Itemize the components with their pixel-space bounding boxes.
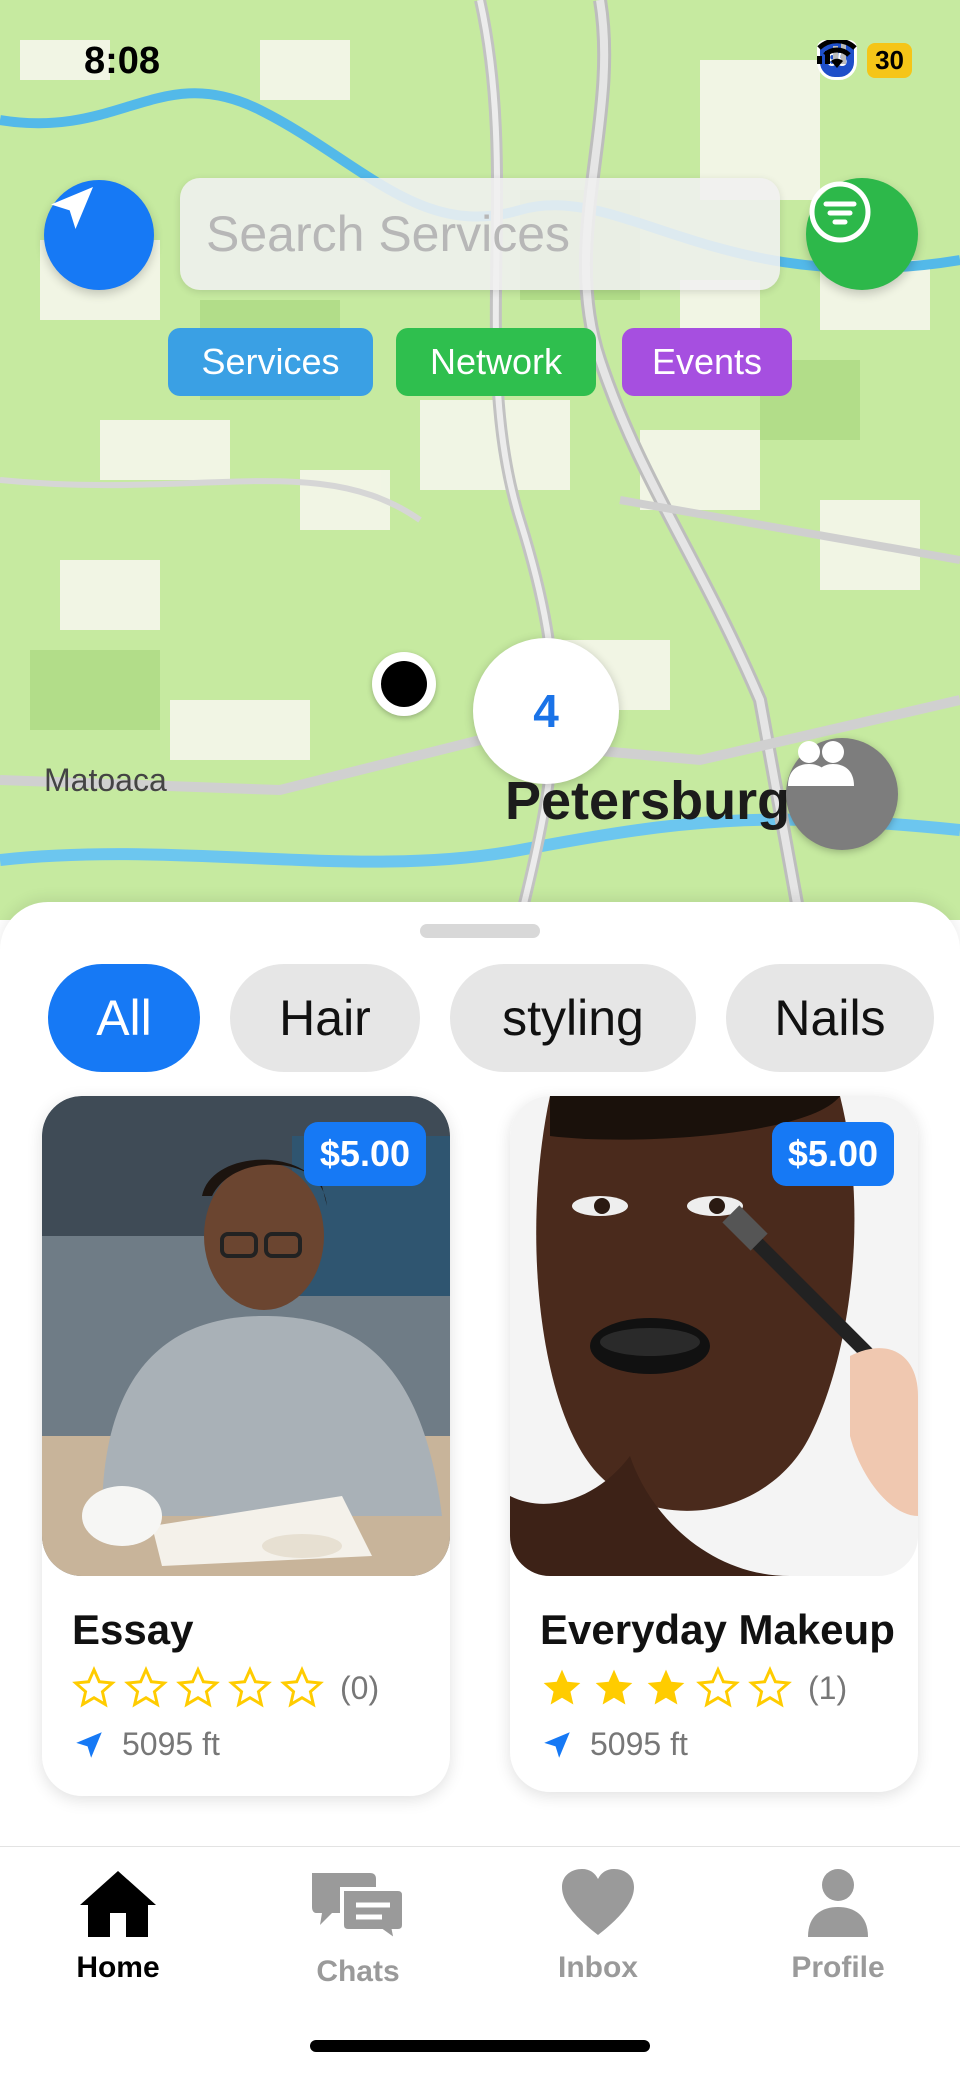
map-pin[interactable] bbox=[372, 652, 436, 716]
category-all[interactable]: All bbox=[48, 964, 200, 1072]
star-icon bbox=[696, 1666, 740, 1708]
search-input[interactable] bbox=[206, 205, 780, 263]
rating-stars: (0) bbox=[72, 1666, 379, 1710]
star-icon bbox=[647, 1669, 685, 1705]
search-box[interactable] bbox=[180, 178, 780, 290]
category-nails[interactable]: Nails bbox=[726, 964, 934, 1072]
filter-icon bbox=[809, 181, 871, 243]
distance-value: 5095 ft bbox=[122, 1726, 220, 1762]
location-arrow-icon bbox=[76, 1731, 102, 1758]
star-icon bbox=[280, 1666, 324, 1708]
home-icon bbox=[80, 1871, 156, 1937]
location-arrow-icon bbox=[51, 187, 93, 229]
map-view[interactable]: 8:08 95 30 Services Netwo bbox=[0, 0, 960, 920]
status-bar: 8:08 95 30 bbox=[0, 0, 960, 120]
filter-button[interactable] bbox=[806, 178, 918, 290]
heart-icon bbox=[562, 1869, 634, 1935]
star-icon bbox=[543, 1669, 581, 1705]
price-badge: $5.00 bbox=[303, 1122, 426, 1186]
home-indicator bbox=[310, 2040, 650, 2052]
location-arrow-icon bbox=[544, 1731, 570, 1758]
map-pin-dot bbox=[381, 661, 427, 707]
wifi-icon bbox=[817, 40, 857, 68]
star-icon bbox=[228, 1666, 272, 1708]
service-title: Essay bbox=[72, 1606, 194, 1653]
tab-inbox[interactable]: Inbox bbox=[508, 1867, 688, 1985]
map-label-matoaca: Matoaca bbox=[44, 762, 167, 798]
map-label-petersburg: Petersburg bbox=[505, 771, 791, 831]
star-icon bbox=[748, 1666, 792, 1708]
category-styling[interactable]: styling bbox=[450, 964, 696, 1072]
status-time: 8:08 bbox=[84, 40, 161, 82]
services-sheet[interactable]: All Hair styling Nails $5.00 Essay (0) 5… bbox=[0, 902, 960, 1846]
tab-label: Inbox bbox=[558, 1951, 638, 1984]
star-icon bbox=[595, 1669, 633, 1705]
tab-chats[interactable]: Chats bbox=[268, 1867, 448, 1989]
rating-count: (0) bbox=[340, 1669, 380, 1706]
distance-row: 5095 ft bbox=[540, 1726, 688, 1763]
map-chip-services[interactable]: Services bbox=[168, 328, 373, 396]
category-filter-row: All Hair styling Nails bbox=[48, 964, 934, 1072]
distance-row: 5095 ft bbox=[72, 1726, 220, 1763]
price-badge: $5.00 bbox=[771, 1122, 894, 1186]
map-cluster[interactable]: 4 bbox=[473, 638, 619, 784]
map-chip-events[interactable]: Events bbox=[622, 328, 792, 396]
tab-profile[interactable]: Profile bbox=[748, 1867, 928, 1985]
star-icon bbox=[72, 1666, 116, 1708]
rating-count: (1) bbox=[808, 1669, 848, 1706]
sheet-grabber[interactable] bbox=[420, 924, 540, 938]
battery-indicator: 30 bbox=[867, 42, 912, 78]
tab-label: Chats bbox=[316, 1955, 400, 1988]
distance-value: 5095 ft bbox=[590, 1726, 688, 1762]
tab-home[interactable]: Home bbox=[28, 1867, 208, 1985]
star-icon bbox=[124, 1666, 168, 1708]
service-title: Everyday Makeup bbox=[540, 1606, 895, 1653]
tab-label: Home bbox=[76, 1951, 160, 1984]
people-button[interactable] bbox=[786, 738, 898, 850]
service-card-essay[interactable]: $5.00 Essay (0) 5095 ft bbox=[42, 1096, 450, 1796]
chat-icon bbox=[312, 1873, 406, 1943]
status-icons: 95 30 bbox=[817, 40, 912, 80]
rating-stars: (1) bbox=[540, 1666, 847, 1710]
person-icon bbox=[808, 1869, 868, 1937]
service-card-everyday-makeup[interactable]: $5.00 Everyday Makeup (1) 5095 ft bbox=[510, 1096, 918, 1792]
tab-label: Profile bbox=[791, 1951, 885, 1984]
map-chip-network[interactable]: Network bbox=[396, 328, 596, 396]
people-icon bbox=[788, 741, 854, 786]
category-hair[interactable]: Hair bbox=[230, 964, 420, 1072]
star-icon bbox=[176, 1666, 220, 1708]
locate-button[interactable] bbox=[44, 180, 154, 290]
